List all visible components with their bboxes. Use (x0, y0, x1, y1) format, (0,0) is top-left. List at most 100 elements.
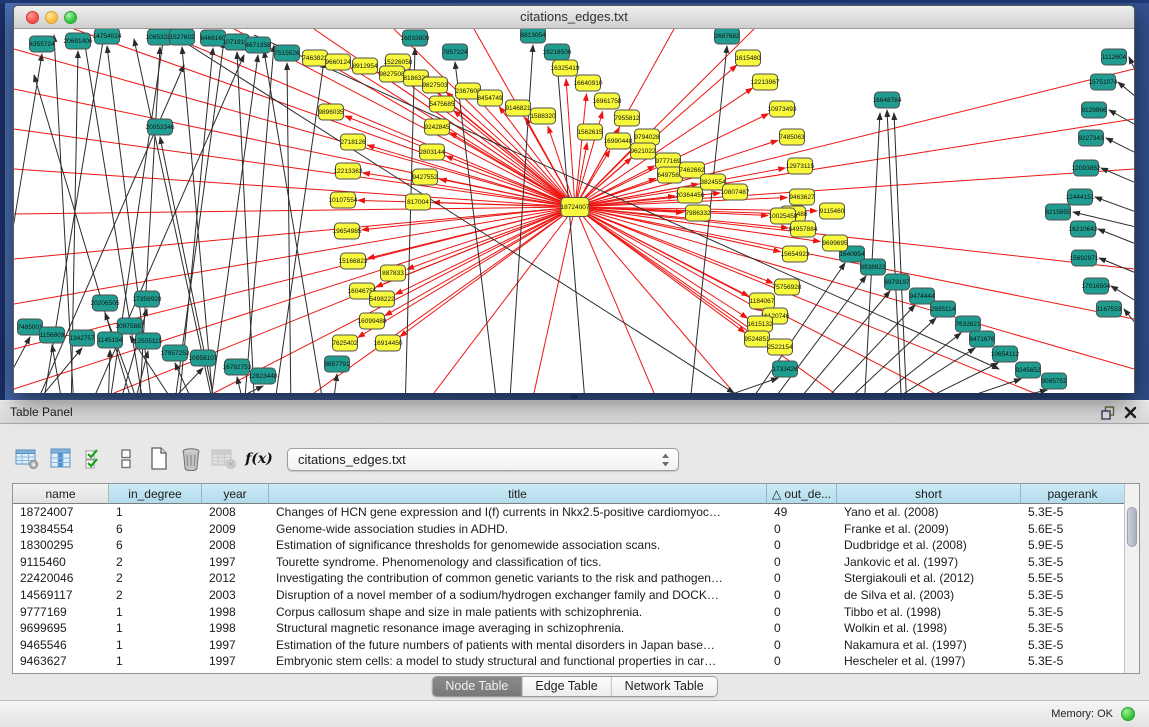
table-row[interactable]: 977716911998Corpus callosum shape and si… (13, 604, 1125, 621)
graph-node-17016504[interactable]: 17016504 (1082, 278, 1111, 294)
graph-node-19654985[interactable]: 19654985 (333, 223, 362, 239)
black-citation-edge[interactable] (1095, 197, 1134, 212)
graph-node-12973115[interactable]: 12973115 (786, 158, 815, 174)
graph-node-16640910[interactable]: 16640910 (574, 75, 603, 91)
black-citation-edge[interactable] (812, 305, 915, 393)
graph-node-1527602[interactable]: 1527602 (169, 29, 195, 45)
graph-node-12093852[interactable]: 12093852 (1072, 160, 1101, 176)
graph-node-1112604[interactable]: 1112604 (1102, 49, 1127, 65)
black-citation-edge[interactable] (858, 333, 961, 393)
black-citation-edge[interactable] (557, 62, 586, 393)
graph-node-1167533[interactable]: 1167533 (1097, 301, 1122, 317)
graph-node-9146821[interactable]: 9146821 (505, 100, 531, 116)
graph-node-15692971[interactable]: 15692971 (1070, 250, 1099, 266)
graph-node-2718126[interactable]: 2718126 (340, 134, 366, 150)
graph-node-10107554[interactable]: 10107554 (329, 192, 358, 208)
graph-node-15166823[interactable]: 15166823 (339, 253, 368, 269)
memory-status-indicator[interactable] (1121, 707, 1135, 721)
graph-node-16990448[interactable]: 16990448 (604, 133, 633, 149)
table-vertical-scrollbar[interactable] (1124, 484, 1139, 673)
black-citation-edge[interactable] (332, 374, 337, 393)
graph-node-1145194[interactable]: 1145194 (98, 332, 123, 348)
graph-node-10973493[interactable]: 10973493 (768, 101, 797, 117)
black-citation-edge[interactable] (52, 345, 64, 393)
delete-table-disabled-button[interactable] (211, 446, 237, 472)
row-selection-button[interactable] (113, 446, 139, 472)
graph-node-16648784[interactable]: 16648784 (873, 92, 902, 108)
graph-node-9474444[interactable]: 9474444 (909, 288, 935, 304)
tab-edge-table[interactable]: Edge Table (522, 677, 611, 696)
graph-node-16325419[interactable]: 16325419 (551, 60, 580, 76)
black-citation-edge[interactable] (1124, 309, 1134, 324)
table-row[interactable]: 1938455462009Genome-wide association stu… (13, 521, 1125, 538)
function-builder-button[interactable]: f(x) (246, 446, 272, 472)
graph-node-10654112[interactable]: 10654112 (991, 346, 1020, 362)
graph-node-10807487[interactable]: 10807487 (721, 184, 750, 200)
red-citation-edge[interactable] (575, 207, 734, 393)
graph-node-16099488[interactable]: 16099488 (358, 313, 387, 329)
citation-network-graph[interactable]: 4355724206914061475402410653287152760264… (14, 29, 1134, 393)
scrollbar-thumb[interactable] (1127, 507, 1137, 547)
graph-node-75756928[interactable]: 75756928 (773, 279, 802, 295)
table-row[interactable]: 1456911722003Disruption of a novel membe… (13, 587, 1125, 604)
graph-node-16210643[interactable]: 16210643 (1069, 221, 1098, 237)
graph-node-12923448[interactable]: 12923448 (249, 368, 278, 384)
black-citation-edge[interactable] (833, 318, 936, 393)
graph-node-9827503[interactable]: 9827503 (422, 77, 448, 93)
column-header-title[interactable]: title (269, 484, 767, 504)
graph-node-7485063[interactable]: 7485063 (779, 129, 805, 145)
table-row[interactable]: 946554611997Estimation of the future num… (13, 637, 1125, 654)
select-all-rows-button[interactable] (82, 446, 108, 472)
column-header-pagerank[interactable]: pagerank (1021, 484, 1125, 504)
graph-node-7632621[interactable]: 7632621 (955, 316, 981, 332)
graph-node-9621022[interactable]: 9621022 (630, 143, 656, 159)
black-citation-edge[interactable] (14, 54, 42, 393)
red-citation-edge[interactable] (14, 169, 575, 207)
graph-node-9085752[interactable]: 9085752 (1041, 373, 1067, 389)
network-window-titlebar[interactable]: citations_edges.txt (14, 6, 1134, 29)
table-row[interactable]: 2242004622012Investigating the contribut… (13, 570, 1125, 587)
tab-node-table[interactable]: Node Table (432, 677, 522, 696)
graph-node-16961758[interactable]: 16961758 (593, 93, 622, 109)
graph-node-9857791[interactable]: 9857791 (324, 356, 350, 372)
graph-node-9129966[interactable]: 9129966 (1081, 102, 1107, 118)
graph-node-4671358[interactable]: 4671358 (245, 37, 271, 53)
graph-node-12213363[interactable]: 12213363 (334, 163, 363, 179)
graph-node-7625402[interactable]: 7625402 (332, 335, 358, 351)
column-header-short[interactable]: short (837, 484, 1021, 504)
graph-node-12213967[interactable]: 12213967 (751, 74, 780, 90)
graph-node-5498222[interactable]: 5498222 (369, 291, 395, 307)
graph-node-9463627[interactable]: 9463627 (789, 189, 815, 205)
red-citation-edge[interactable] (396, 207, 575, 294)
black-citation-edge[interactable] (264, 51, 324, 393)
graph-node-64957884[interactable]: 64957884 (789, 221, 818, 237)
show-columns-button[interactable] (48, 446, 74, 472)
black-citation-edge[interactable] (182, 47, 214, 393)
graph-node-9660124[interactable]: 9660124 (325, 54, 351, 70)
black-citation-edge[interactable] (1098, 229, 1134, 244)
new-column-button[interactable] (146, 446, 172, 472)
graph-node-2935114[interactable]: 2935114 (931, 301, 956, 317)
black-citation-edge[interactable] (895, 363, 998, 393)
red-citation-edge[interactable] (368, 207, 575, 258)
column-header-name[interactable]: name (13, 484, 109, 504)
graph-node-9896035[interactable]: 9896035 (318, 104, 344, 120)
delete-column-button[interactable] (178, 446, 204, 472)
graph-node-1615480[interactable]: 1615480 (735, 50, 761, 66)
red-citation-edge[interactable] (154, 29, 575, 207)
table-row[interactable]: 1830029562008Estimation of significance … (13, 537, 1125, 554)
graph-node-10958107[interactable]: 10958107 (189, 350, 218, 366)
graph-node-12444151[interactable]: 12444151 (1066, 189, 1095, 205)
graph-node-2687682[interactable]: 2687682 (714, 29, 740, 44)
graph-node-7955812[interactable]: 7955812 (614, 110, 640, 126)
red-citation-edge[interactable] (534, 207, 575, 393)
network-canvas[interactable]: 4355724206914061475402410653287152760264… (14, 29, 1134, 393)
graph-node-8471676[interactable]: 8471676 (969, 331, 995, 347)
graph-node-9827508[interactable]: 9827508 (379, 66, 405, 82)
graph-node-14754024[interactable]: 14754024 (93, 29, 122, 44)
graph-node-1588320[interactable]: 1588320 (530, 108, 556, 124)
graph-node-20053346[interactable]: 20053346 (146, 119, 175, 135)
column-header-year[interactable]: year (202, 484, 269, 504)
graph-node-9524851[interactable]: 9524851 (744, 331, 770, 347)
table-row[interactable]: 911546021997Tourette syndrome. Phenomeno… (13, 554, 1125, 571)
